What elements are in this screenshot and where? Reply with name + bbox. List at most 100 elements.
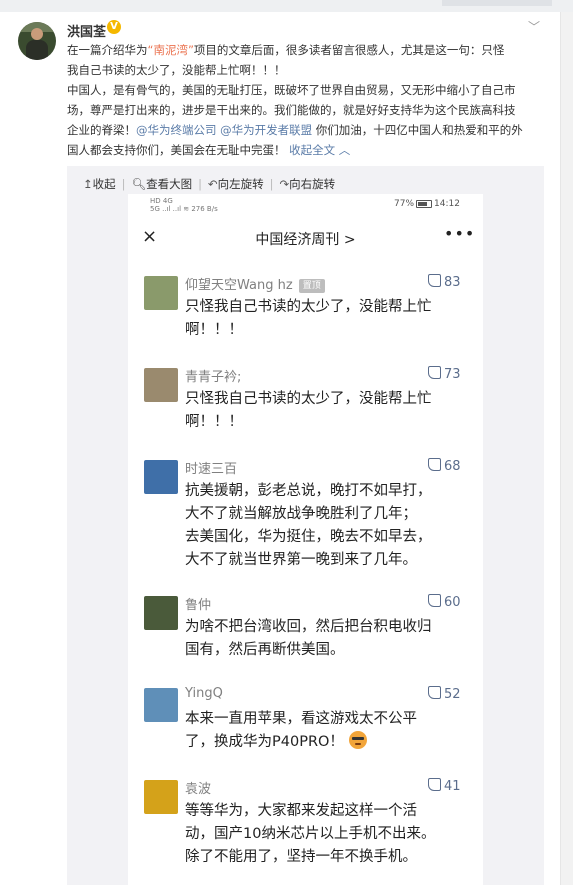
thumbs-up-icon: [428, 778, 441, 791]
battery-percent: 77%: [394, 199, 415, 209]
post-text-seg: 企业的脊梁！: [67, 123, 136, 137]
mention-link[interactable]: @华为终端公司: [136, 123, 217, 137]
thumbs-up-icon: [428, 274, 441, 287]
battery-icon: [416, 199, 433, 208]
phone-status-bar: HD 4G 5G ..ıl ..ıl ≋ 276 B/s 77% 14:12: [128, 194, 483, 216]
comment-line: 只怪我自己书读的太少了，没能帮上忙: [185, 299, 432, 315]
comment-text: 只怪我自己书读的太少了，没能帮上忙 啊！！！: [185, 296, 475, 342]
commenter-name[interactable]: YingQ: [185, 686, 223, 701]
like-button[interactable]: 41: [428, 778, 461, 794]
thumbs-up-icon: [428, 366, 441, 379]
post-author-name[interactable]: 洪国荃: [67, 21, 106, 40]
chevron-down-icon[interactable]: ﹀: [528, 18, 540, 35]
like-count: 83: [444, 275, 461, 290]
comment-line: 啊！！！: [185, 414, 243, 430]
page-title[interactable]: 中国经济周刊 >: [128, 229, 483, 249]
comment-line: 大不了就当世界第一晚到来了几年。: [185, 552, 417, 568]
comment-line: 除了不能用了，坚持一年不换手机。: [185, 849, 417, 865]
top-strip-highlight: [442, 0, 552, 6]
comment-line: 大不了就当解放战争晚胜利了几年；: [185, 506, 417, 522]
comment-line: 动，国产10纳米芯片以上手机不出来。: [185, 826, 436, 842]
like-count: 41: [444, 779, 461, 794]
commenter-name-text: YingQ: [185, 686, 223, 701]
post-line: 中国人，是有骨气的，美国的无耻打压，既破坏了世界自由贸易，又无形中缩小了自己市: [67, 83, 516, 97]
like-button[interactable]: 68: [428, 458, 461, 474]
collapse-button[interactable]: ↥收起: [83, 176, 116, 192]
commenter-avatar[interactable]: [144, 688, 178, 722]
thumbs-up-icon: [428, 594, 441, 607]
rotate-right-button[interactable]: ↷向右旋转: [280, 176, 336, 192]
commenter-name[interactable]: 仰望天空Wang hz 置顶: [185, 274, 325, 293]
view-large-button[interactable]: 🔍︎查看大图: [132, 176, 193, 192]
more-icon[interactable]: •••: [444, 224, 475, 243]
topic-link[interactable]: “南泥湾”: [148, 43, 194, 57]
commenter-name-text: 青青子衿;: [185, 370, 242, 385]
comment-text: 为啥不把台湾收回，然后把台积电收归 国有，然后再断供美国。: [185, 616, 475, 662]
divider: |: [269, 177, 274, 191]
commenter-name-text: 袁波: [185, 782, 212, 797]
commenter-avatar[interactable]: [144, 368, 178, 402]
thumbs-up-icon: [428, 686, 441, 699]
post-line: 我自己书读的太少了，没能帮上忙啊！！！: [67, 63, 286, 77]
search-icon: 🔍︎: [131, 177, 147, 191]
thumbs-up-icon: [428, 458, 441, 471]
phone-nav-bar: × 中国经济周刊 > •••: [128, 216, 483, 260]
like-count: 60: [444, 595, 461, 610]
signal-indicators: HD 4G 5G ..ıl ..ıl ≋ 276 B/s: [150, 197, 218, 213]
divider: |: [198, 177, 202, 191]
avatar[interactable]: [18, 22, 56, 60]
post-text-seg: 项目的文章后面，很多读者留言很感人，尤其是这一句：只怪: [193, 43, 505, 57]
mention-link[interactable]: @华为开发者联盟: [220, 123, 312, 137]
comment-text: 等等华为，大家都来发起这样一个活动，国产10纳米芯片以上手机不出来。 除了不能用了…: [185, 800, 475, 869]
image-viewer: ↥收起 | 🔍︎查看大图 | ↶向左旋转 | ↷向右旋转 HD 4G 5G ..…: [67, 166, 544, 885]
comment-text: 抗美援朝，彭老总说，晚打不如早打， 大不了就当解放战争晚胜利了几年； 去美国化，华为…: [185, 480, 475, 572]
commenter-name[interactable]: 青青子衿;: [185, 366, 241, 385]
like-count: 68: [444, 459, 461, 474]
comment-text: 本来一直用苹果，看这游戏太不公平了，换成华为P40PRO！: [185, 708, 475, 754]
phone-screenshot[interactable]: HD 4G 5G ..ıl ..ıl ≋ 276 B/s 77% 14:12 × …: [128, 194, 483, 885]
verified-badge-icon: V: [107, 20, 121, 34]
post-text-seg: 在一篇介绍华为: [67, 43, 148, 57]
comment-text: 只怪我自己书读的太少了，没能帮上忙 啊！！！: [185, 388, 475, 434]
comment-line: 去美国化，华为挺住，晚去不如早去，: [185, 529, 432, 545]
comment-line: 抗美援朝，彭老总说，晚打不如早打，: [185, 483, 432, 499]
rotate-left-icon: ↶: [208, 177, 218, 191]
commenter-name-text: 时速三百: [185, 462, 238, 477]
like-count: 52: [444, 687, 461, 702]
commenter-avatar[interactable]: [144, 780, 178, 814]
post-body: 在一篇介绍华为“南泥湾”项目的文章后面，很多读者留言很感人，尤其是这一句：只怪 …: [67, 40, 555, 160]
like-button[interactable]: 83: [428, 274, 461, 290]
browser-top-strip: [0, 0, 573, 12]
rotate-left-button[interactable]: ↶向左旋转: [208, 176, 264, 192]
commenter-name-text: 仰望天空Wang hz: [185, 278, 293, 293]
commenter-avatar[interactable]: [144, 460, 178, 494]
divider: |: [121, 177, 126, 191]
commenter-name-text: 鲁仲: [185, 598, 212, 613]
comment-line: 本来一直用苹果，看这游戏太不公平: [185, 711, 417, 727]
commenter-name[interactable]: 袁波: [185, 778, 211, 797]
image-toolbar: ↥收起 | 🔍︎查看大图 | ↶向左旋转 | ↷向右旋转: [83, 172, 335, 196]
post-line: 场，尊严是打出来的，进步是干出来的。我们能做的，就是好好支持华为这个民族高科技: [67, 103, 516, 117]
post-text-seg: 国人都会支持你们，美国会在无耻中完蛋！: [67, 143, 290, 157]
like-button[interactable]: 52: [428, 686, 461, 702]
commenter-avatar[interactable]: [144, 276, 178, 310]
like-button[interactable]: 73: [428, 366, 461, 382]
commenter-name[interactable]: 时速三百: [185, 458, 237, 477]
comment-line: 只怪我自己书读的太少了，没能帮上忙: [185, 391, 432, 407]
commenter-avatar[interactable]: [144, 596, 178, 630]
comment-line: 国有，然后再断供美国。: [185, 642, 345, 658]
post-text-seg: 你们加油，十四亿中国人和热爱和平的外: [312, 123, 523, 137]
pinned-badge: 置顶: [298, 278, 325, 293]
clock: 14:12: [434, 199, 460, 209]
commenter-name[interactable]: 鲁仲: [185, 594, 211, 613]
rotate-right-icon: ↷: [279, 177, 290, 191]
collapse-full-text-link[interactable]: 收起全文 ︿: [289, 143, 350, 157]
comment-line: 为啥不把台湾收回，然后把台积电收归: [185, 619, 432, 635]
like-button[interactable]: 60: [428, 594, 461, 610]
comment-line: 啊！！！: [185, 322, 243, 338]
battery-time: 77% 14:12: [394, 199, 460, 209]
cool-face-emoji-icon: [348, 731, 367, 749]
comment-line: 了，换成华为P40PRO！: [185, 731, 475, 754]
collapse-arrow-icon: ↥: [83, 177, 93, 191]
comment-line: 等等华为，大家都来发起这样一个活: [185, 803, 417, 819]
